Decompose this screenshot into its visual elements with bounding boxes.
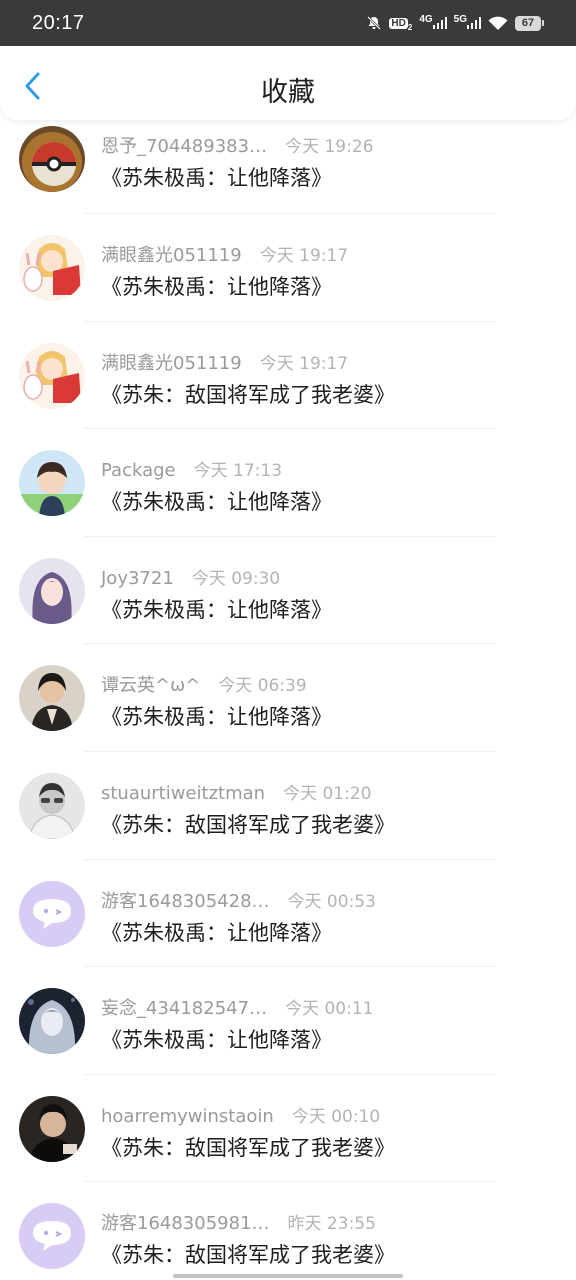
- avatar[interactable]: [19, 1095, 85, 1162]
- list-item[interactable]: 恩予_704489383… 今天 19:26 《苏朱极禹：让他降落》: [0, 120, 576, 214]
- page-title: 收藏: [261, 77, 315, 108]
- user-name[interactable]: Package: [101, 460, 176, 481]
- book-title[interactable]: 《苏朱：敌国将军成了我老婆》: [101, 379, 395, 409]
- avatar[interactable]: [19, 235, 85, 301]
- avatar[interactable]: [19, 342, 85, 409]
- book-title[interactable]: 《苏朱极禹：让他降落》: [101, 486, 332, 516]
- user-name[interactable]: 游客1648305428…: [101, 887, 270, 913]
- list-item[interactable]: 游客1648305428… 今天 00:53 《苏朱极禹：让他降落》: [0, 860, 576, 968]
- item-time: 昨天 23:55: [287, 1214, 376, 1235]
- wifi-icon: [488, 16, 508, 31]
- item-meta: 游客1648305981… 昨天 23:55: [101, 1209, 376, 1235]
- signal-4g-icon: 4G: [419, 14, 447, 29]
- item-time: 今天 00:10: [291, 1106, 381, 1127]
- item-time: 今天 00:11: [285, 999, 374, 1020]
- avatar[interactable]: [19, 126, 85, 192]
- item-meta: 谭云英^ω^ 今天 06:39: [101, 671, 307, 697]
- list-item[interactable]: Package 今天 17:13 《苏朱极禹：让他降落》: [0, 429, 576, 537]
- user-name[interactable]: 恩予_704489383…: [101, 132, 267, 158]
- status-bar: 20:17 HD 2 4G 5G 67: [0, 0, 576, 46]
- book-title[interactable]: 《苏朱极禹：让他降落》: [101, 162, 332, 192]
- item-meta: 满眼鑫光051119 今天 19:17: [101, 241, 348, 267]
- book-title[interactable]: 《苏朱极禹：让他降落》: [101, 594, 332, 624]
- book-title[interactable]: 《苏朱极禹：让他降落》: [101, 1024, 332, 1054]
- user-name[interactable]: 妄念_434182547…: [101, 994, 267, 1020]
- item-time: 今天 19:17: [259, 353, 349, 374]
- item-meta: Joy3721 今天 09:30: [101, 564, 280, 589]
- list-item[interactable]: Joy3721 今天 09:30 《苏朱极禹：让他降落》: [0, 537, 576, 645]
- status-time: 20:17: [32, 11, 85, 34]
- item-meta: hoarremywinstaoin 今天 00:10: [101, 1102, 380, 1127]
- item-meta: stuaurtiweitztman 今天 01:20: [101, 779, 371, 804]
- nav-header: 收藏: [0, 46, 576, 120]
- avatar[interactable]: [19, 665, 85, 732]
- status-icons: HD 2 4G 5G 67: [366, 14, 544, 32]
- favorites-list: 恩予_704489383… 今天 19:26 《苏朱极禹：让他降落》 满眼鑫光0…: [0, 120, 576, 1280]
- item-time: 今天 17:13: [193, 461, 283, 482]
- list-item[interactable]: 满眼鑫光051119 今天 19:17 《苏朱极禹：让他降落》: [0, 214, 576, 322]
- book-title[interactable]: 《苏朱极禹：让他降落》: [101, 271, 332, 301]
- avatar[interactable]: [19, 772, 85, 839]
- item-time: 今天 06:39: [218, 676, 307, 697]
- item-time: 今天 09:30: [191, 568, 281, 589]
- user-name[interactable]: Joy3721: [101, 568, 174, 589]
- list-item[interactable]: hoarremywinstaoin 今天 00:10 《苏朱：敌国将军成了我老婆…: [0, 1075, 576, 1183]
- item-meta: 妄念_434182547… 今天 00:11: [101, 994, 373, 1020]
- book-title[interactable]: 《苏朱极禹：让他降落》: [101, 917, 332, 947]
- item-meta: 游客1648305428… 今天 00:53: [101, 887, 376, 913]
- list-item[interactable]: 游客1648305981… 昨天 23:55 《苏朱：敌国将军成了我老婆》: [0, 1182, 576, 1280]
- user-name[interactable]: 谭云英^ω^: [101, 671, 200, 697]
- avatar[interactable]: [19, 557, 85, 624]
- avatar[interactable]: [19, 988, 85, 1055]
- list-item[interactable]: stuaurtiweitztman 今天 01:20 《苏朱：敌国将军成了我老婆…: [0, 752, 576, 860]
- item-time: 今天 00:53: [287, 891, 376, 912]
- book-title[interactable]: 《苏朱：敌国将军成了我老婆》: [101, 1132, 395, 1162]
- signal-5g-icon: 5G: [454, 14, 481, 29]
- item-meta: Package 今天 17:13: [101, 456, 282, 481]
- book-title[interactable]: 《苏朱极禹：让他降落》: [101, 701, 332, 731]
- user-name[interactable]: 满眼鑫光051119: [101, 349, 242, 375]
- battery-icon: 67: [515, 15, 544, 31]
- book-title[interactable]: 《苏朱：敌国将军成了我老婆》: [101, 1239, 395, 1269]
- list-item[interactable]: 谭云英^ω^ 今天 06:39 《苏朱极禹：让他降落》: [0, 644, 576, 752]
- list-item[interactable]: 满眼鑫光051119 今天 19:17 《苏朱：敌国将军成了我老婆》: [0, 322, 576, 430]
- item-time: 今天 19:26: [285, 137, 374, 157]
- home-indicator[interactable]: [173, 1274, 403, 1278]
- user-name[interactable]: 游客1648305981…: [101, 1209, 270, 1235]
- avatar[interactable]: [19, 450, 85, 517]
- hd-icon: HD 2: [389, 17, 413, 32]
- mute-bell-icon: [366, 15, 382, 31]
- item-meta: 恩予_704489383… 今天 19:26: [101, 132, 373, 158]
- avatar[interactable]: [19, 880, 85, 947]
- user-name[interactable]: stuaurtiweitztman: [101, 783, 265, 804]
- user-name[interactable]: 满眼鑫光051119: [101, 241, 242, 267]
- list-item[interactable]: 妄念_434182547… 今天 00:11 《苏朱极禹：让他降落》: [0, 967, 576, 1075]
- item-time: 今天 19:17: [259, 246, 349, 266]
- item-meta: 满眼鑫光051119 今天 19:17: [101, 349, 348, 375]
- item-time: 今天 01:20: [283, 783, 372, 804]
- avatar[interactable]: [19, 1203, 85, 1270]
- book-title[interactable]: 《苏朱：敌国将军成了我老婆》: [101, 809, 395, 839]
- user-name[interactable]: hoarremywinstaoin: [101, 1106, 274, 1127]
